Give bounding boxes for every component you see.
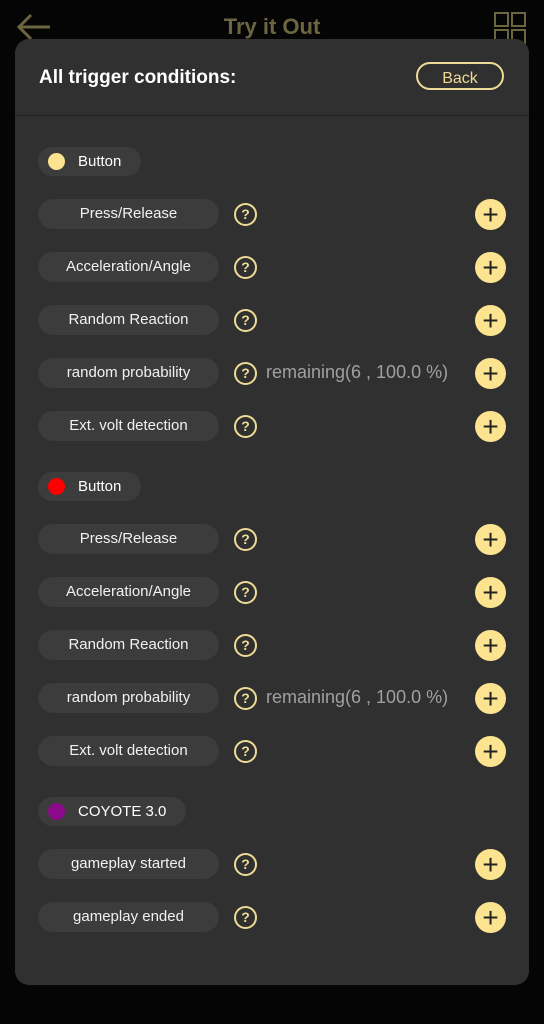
device-chip[interactable]: Button — [38, 472, 142, 501]
dialog-title: All trigger conditions: — [39, 67, 237, 88]
condition-row: Press/Release? + — [38, 199, 514, 230]
condition-label[interactable]: Acceleration/Angle — [38, 252, 219, 282]
condition-row: gameplay ended? + — [38, 902, 514, 933]
add-icon[interactable]: + — [475, 252, 506, 283]
device-color-dot — [48, 803, 65, 820]
add-icon[interactable]: + — [475, 411, 506, 442]
add-icon[interactable]: + — [475, 577, 506, 608]
condition-row: Press/Release? + — [38, 524, 514, 555]
condition-label[interactable]: Acceleration/Angle — [38, 577, 219, 607]
help-icon[interactable]: ? — [234, 203, 257, 226]
condition-label[interactable]: Press/Release — [38, 524, 219, 554]
condition-row: random probability? remaining(6 , 100.0 %… — [38, 358, 514, 389]
condition-row: Random Reaction? + — [38, 630, 514, 661]
add-icon[interactable]: + — [475, 736, 506, 767]
divider — [15, 115, 529, 116]
back-button[interactable]: Back — [416, 62, 504, 90]
help-icon[interactable]: ? — [234, 581, 257, 604]
help-icon[interactable]: ? — [234, 740, 257, 763]
condition-label[interactable]: Press/Release — [38, 199, 219, 229]
device-chip[interactable]: COYOTE 3.0 — [38, 797, 187, 826]
condition-row: Acceleration/Angle? + — [38, 252, 514, 283]
add-icon[interactable]: + — [475, 358, 506, 389]
remaining-text: remaining(6 , 100.0 %) — [266, 362, 449, 382]
condition-label[interactable]: gameplay started — [38, 849, 219, 879]
help-icon[interactable]: ? — [234, 634, 257, 657]
device-label: Button — [78, 153, 122, 170]
add-icon[interactable]: + — [475, 199, 506, 230]
help-icon[interactable]: ? — [234, 415, 257, 438]
condition-row: Ext. volt detection? + — [38, 736, 514, 767]
device-color-dot — [48, 153, 65, 170]
condition-label[interactable]: Ext. volt detection — [38, 411, 219, 441]
add-icon[interactable]: + — [475, 305, 506, 336]
add-icon[interactable]: + — [475, 630, 506, 661]
help-icon[interactable]: ? — [234, 906, 257, 929]
help-icon[interactable]: ? — [234, 362, 257, 385]
condition-row: Acceleration/Angle? + — [38, 577, 514, 608]
help-icon[interactable]: ? — [234, 853, 257, 876]
device-color-dot — [48, 478, 65, 495]
add-icon[interactable]: + — [475, 902, 506, 933]
condition-label[interactable]: Random Reaction — [38, 630, 219, 660]
device-label: Button — [78, 478, 122, 495]
help-icon[interactable]: ? — [234, 687, 257, 710]
trigger-conditions-dialog: All trigger conditions: Back Button Press… — [15, 39, 529, 985]
condition-row: Ext. volt detection? + — [38, 411, 514, 442]
remaining-text: remaining(6 , 100.0 %) — [266, 687, 449, 707]
help-icon[interactable]: ? — [234, 309, 257, 332]
condition-label[interactable]: gameplay ended — [38, 902, 219, 932]
help-icon[interactable]: ? — [234, 528, 257, 551]
condition-row: Random Reaction? + — [38, 305, 514, 336]
condition-label[interactable]: random probability — [38, 358, 219, 388]
condition-label[interactable]: Random Reaction — [38, 305, 219, 335]
condition-row: gameplay started? + — [38, 849, 514, 880]
help-icon[interactable]: ? — [234, 256, 257, 279]
condition-row: random probability? remaining(6 , 100.0 %… — [38, 683, 514, 714]
add-icon[interactable]: + — [475, 683, 506, 714]
device-label: COYOTE 3.0 — [78, 803, 167, 820]
condition-label[interactable]: Ext. volt detection — [38, 736, 219, 766]
condition-label[interactable]: random probability — [38, 683, 219, 713]
page-title: Try it Out — [223, 14, 321, 39]
add-icon[interactable]: + — [475, 524, 506, 555]
add-icon[interactable]: + — [475, 849, 506, 880]
device-chip[interactable]: Button — [38, 147, 142, 176]
